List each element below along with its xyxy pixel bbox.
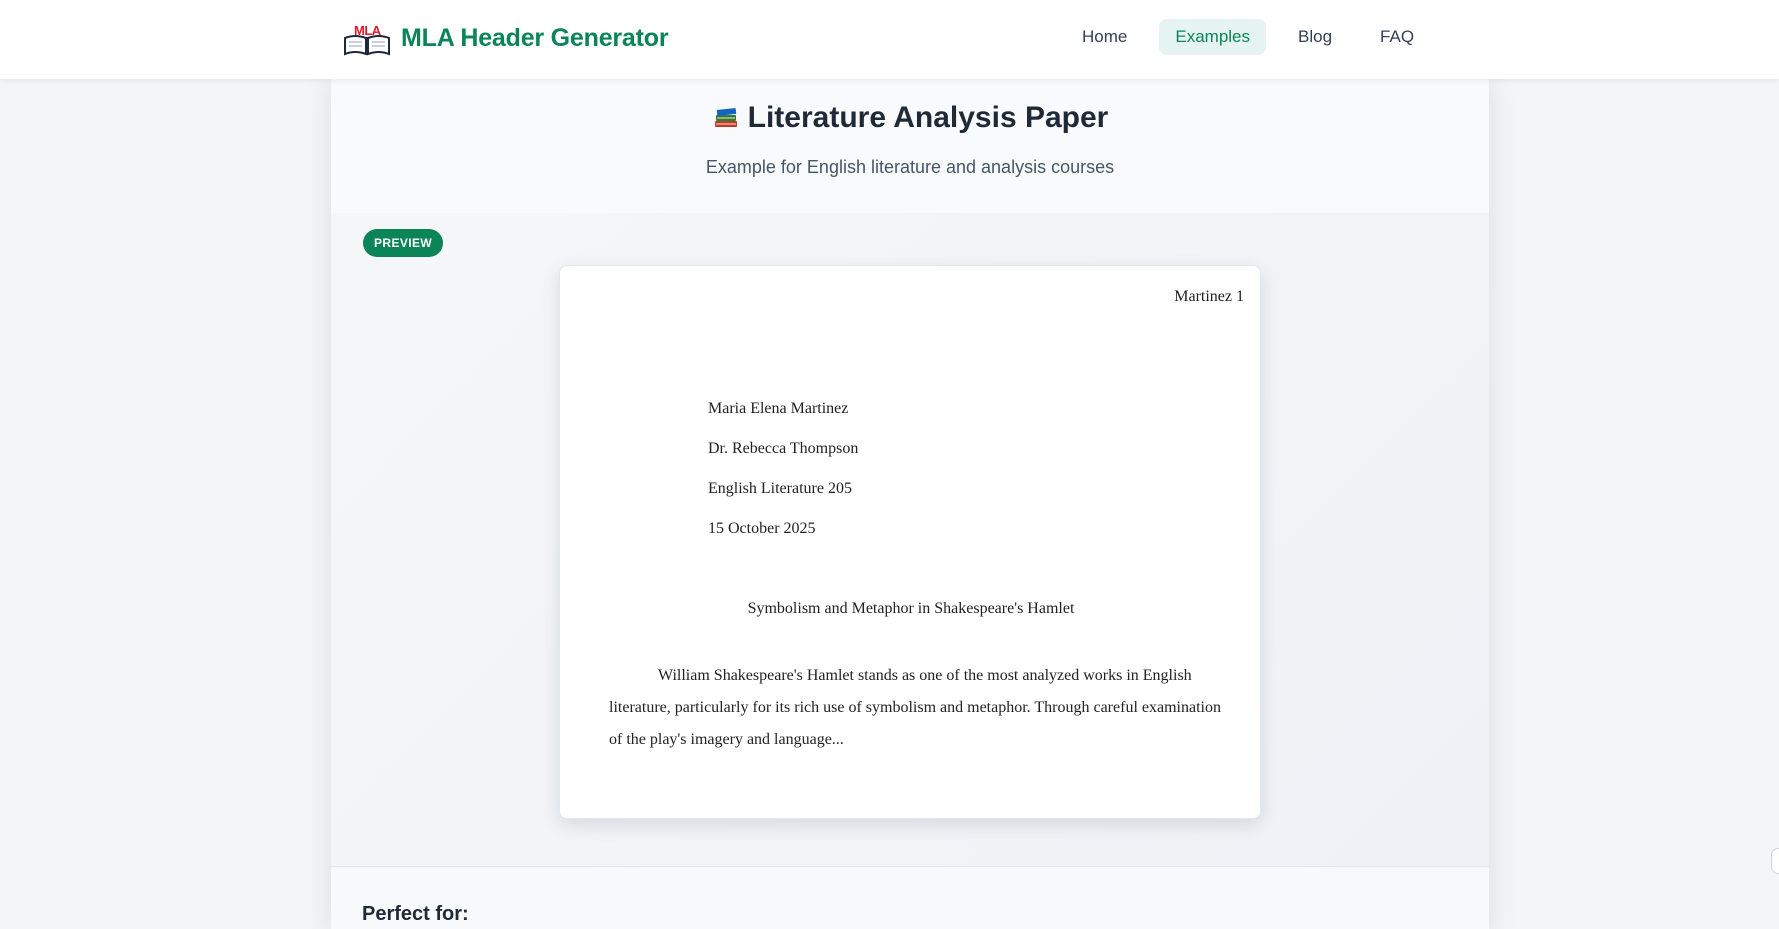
open-book-logo-icon: MLA (343, 20, 391, 56)
brand-name: MLA Header Generator (401, 23, 669, 52)
nav-blog[interactable]: Blog (1282, 19, 1348, 55)
paper-title: Symbolism and Metaphor in Shakespeare's … (747, 600, 1075, 617)
student-name: Maria Elena Martinez (708, 400, 849, 417)
paper-preview: Martinez 1 Maria Elena Martinez Dr. Rebe… (559, 265, 1261, 819)
scroll-to-top-handle[interactable] (1771, 848, 1779, 874)
mla-header-block: Maria Elena Martinez Dr. Rebecca Thompso… (708, 400, 858, 560)
card-title: Literature Analysis Paper (331, 101, 1489, 135)
nav-home[interactable]: Home (1066, 19, 1143, 55)
brand-logo-link[interactable]: MLA MLA Header Generator (343, 20, 669, 56)
books-icon (712, 103, 740, 131)
course-name: English Literature 205 (708, 480, 852, 497)
preview-area: PREVIEW Martinez 1 Maria Elena Martinez … (331, 213, 1489, 867)
card-subtitle: Example for English literature and analy… (705, 157, 1115, 177)
nav-examples[interactable]: Examples (1159, 19, 1266, 55)
paper-date: 15 October 2025 (708, 520, 816, 537)
paper-body-text: William Shakespeare's Hamlet stands as o… (609, 667, 1221, 748)
nav-faq[interactable]: FAQ (1364, 19, 1430, 55)
card-header: Literature Analysis Paper Example for En… (331, 79, 1489, 213)
preview-badge: PREVIEW (363, 229, 444, 257)
instructor-name: Dr. Rebecca Thompson (708, 440, 859, 457)
top-navigation-bar: MLA MLA Header Generator Home Examples B… (0, 0, 1779, 79)
running-head: Martinez 1 (1174, 288, 1244, 305)
example-card: Literature Analysis Paper Example for En… (331, 79, 1489, 929)
card-title-text: Literature Analysis Paper (747, 101, 1109, 134)
main-nav: Home Examples Blog FAQ (1066, 19, 1446, 55)
card-footer (331, 868, 1489, 929)
perfect-for-heading: Perfect for: (362, 903, 469, 925)
